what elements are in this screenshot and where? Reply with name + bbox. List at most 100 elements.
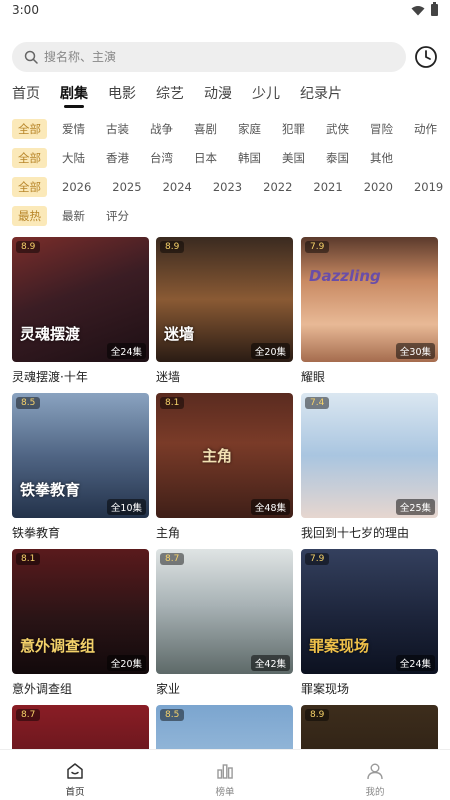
sort-chip-rating[interactable]: 评分 (100, 206, 135, 226)
year-chip[interactable]: 2019 (408, 177, 449, 197)
year-chip[interactable]: 2022 (257, 177, 298, 197)
show-card[interactable]: 8.1 主角 全48集 主角 (156, 393, 293, 541)
region-chip[interactable]: 美国 (276, 148, 311, 168)
genre-chip[interactable]: 家庭 (232, 119, 267, 139)
show-poster: 8.1 主角 全48集 (156, 393, 293, 518)
poster-title-art: 灵魂摆渡 (20, 325, 81, 343)
region-filter-row: 全部 大陆 香港 台湾 日本 韩国 美国 泰国 其他 (12, 148, 450, 170)
show-card[interactable]: 8.5 铁拳教育 全10集 铁拳教育 (12, 393, 149, 541)
episode-count-badge: 全10集 (106, 499, 146, 515)
nav-profile-label: 我的 (365, 787, 385, 798)
poster-title-art: Dazzling (309, 267, 381, 285)
year-chip[interactable]: 2024 (157, 177, 198, 197)
nav-home[interactable]: 首页 (0, 750, 150, 800)
region-chip[interactable]: 香港 (100, 148, 135, 168)
status-icons (411, 2, 438, 16)
rating-badge: 8.1 (16, 553, 41, 565)
year-chip[interactable]: 2025 (106, 177, 147, 197)
tab-documentary[interactable]: 纪录片 (300, 84, 342, 108)
show-card[interactable]: 8.7 全42集 家业 (156, 549, 293, 697)
genre-chip[interactable]: 古装 (100, 119, 135, 139)
search-input[interactable] (44, 50, 384, 64)
show-card[interactable]: 7.9 罪案现场 全24集 罪案现场 (301, 549, 438, 697)
year-filter-row: 全部 2026 2025 2024 2023 2022 2021 2020 20… (12, 177, 450, 199)
genre-chip[interactable]: 犯罪 (276, 119, 311, 139)
show-card[interactable]: 7.4 全25集 我回到十七岁的理由 (301, 393, 438, 541)
show-poster: 7.9 罪案现场 全24集 (301, 549, 438, 674)
rating-badge: 7.9 (305, 553, 330, 565)
show-title: 迷墙 (156, 370, 181, 384)
region-chip[interactable]: 日本 (188, 148, 223, 168)
show-poster: 8.1 意外调查组 全20集 (12, 549, 149, 674)
rating-badge: 7.9 (305, 241, 330, 253)
show-title: 灵魂摆渡·十年 (12, 370, 88, 384)
year-chip[interactable]: 全部 (12, 177, 47, 197)
episode-count-badge: 全30集 (395, 343, 435, 359)
rating-badge: 7.4 (305, 397, 330, 409)
show-poster: 7.9 Dazzling 全30集 (301, 237, 438, 362)
year-chip[interactable]: 2023 (207, 177, 248, 197)
genre-chip[interactable]: 动作 (408, 119, 443, 139)
show-title: 铁拳教育 (12, 526, 61, 540)
region-chip[interactable]: 韩国 (232, 148, 267, 168)
nav-ranking-label: 榜单 (215, 787, 235, 798)
history-clock-icon[interactable] (414, 45, 438, 69)
region-chip[interactable]: 台湾 (144, 148, 179, 168)
genre-chip[interactable]: 爱情 (56, 119, 91, 139)
episode-count-badge: 全20集 (106, 655, 146, 671)
episode-count-badge: 全42集 (250, 655, 290, 671)
year-chip[interactable]: 2020 (358, 177, 399, 197)
tab-movies[interactable]: 电影 (108, 84, 136, 108)
search-row (12, 42, 438, 72)
nav-profile[interactable]: 我的 (300, 750, 450, 800)
tab-home[interactable]: 首页 (12, 84, 40, 108)
episode-count-badge: 全25集 (395, 499, 435, 515)
battery-icon (431, 2, 438, 16)
genre-chip[interactable]: 冒险 (364, 119, 399, 139)
year-chip[interactable]: 2026 (56, 177, 97, 197)
show-poster: 7.4 全25集 (301, 393, 438, 518)
nav-ranking[interactable]: 榜单 (150, 750, 300, 800)
show-card[interactable]: 8.9 灵魂摆渡 全24集 灵魂摆渡·十年 (12, 237, 149, 385)
region-chip[interactable]: 其他 (364, 148, 399, 168)
show-title: 主角 (156, 526, 181, 540)
genre-chip[interactable]: 喜剧 (188, 119, 223, 139)
search-box[interactable] (12, 42, 406, 72)
episode-count-badge: 全24集 (395, 655, 435, 671)
sort-chip-hot[interactable]: 最热 (12, 206, 47, 226)
show-card[interactable]: 8.1 意外调查组 全20集 意外调查组 (12, 549, 149, 697)
tab-series[interactable]: 剧集 (60, 84, 88, 108)
year-chip[interactable]: 2021 (307, 177, 348, 197)
show-poster: 8.9 迷墙 全20集 (156, 237, 293, 362)
region-chip[interactable]: 大陆 (56, 148, 91, 168)
tab-variety[interactable]: 综艺 (156, 84, 184, 108)
region-chip[interactable]: 泰国 (320, 148, 355, 168)
chart-icon (217, 764, 233, 779)
show-title: 我回到十七岁的理由 (301, 526, 410, 540)
rating-badge: 8.5 (160, 709, 185, 721)
region-chip[interactable]: 全部 (12, 148, 47, 168)
show-title: 意外调查组 (12, 682, 73, 696)
status-bar: 3:00 (0, 0, 450, 24)
rating-badge: 8.9 (305, 709, 330, 721)
genre-chip[interactable]: 全部 (12, 119, 47, 139)
show-poster: 8.5 铁拳教育 全10集 (12, 393, 149, 518)
episode-count-badge: 全20集 (250, 343, 290, 359)
tab-kids[interactable]: 少儿 (252, 84, 280, 108)
show-card[interactable]: 8.9 迷墙 全20集 迷墙 (156, 237, 293, 385)
sort-filter-row: 最热 最新 评分 (12, 206, 450, 228)
show-poster: 8.9 灵魂摆渡 全24集 (12, 237, 149, 362)
genre-chip[interactable]: 武侠 (320, 119, 355, 139)
tab-anime[interactable]: 动漫 (204, 84, 232, 108)
sort-chip-latest[interactable]: 最新 (56, 206, 91, 226)
wifi-icon (411, 5, 425, 15)
main-category-tabs: 首页 剧集 电影 综艺 动漫 少儿 纪录片 (12, 84, 362, 108)
rating-badge: 8.9 (16, 241, 41, 253)
show-title: 罪案现场 (301, 682, 350, 696)
show-title: 耀眼 (301, 370, 326, 384)
genre-chip[interactable]: 战争 (144, 119, 179, 139)
bottom-nav: 首页 榜单 我的 (0, 749, 450, 800)
rating-badge: 8.7 (16, 709, 41, 721)
search-icon (24, 50, 38, 64)
show-card[interactable]: 7.9 Dazzling 全30集 耀眼 (301, 237, 438, 385)
